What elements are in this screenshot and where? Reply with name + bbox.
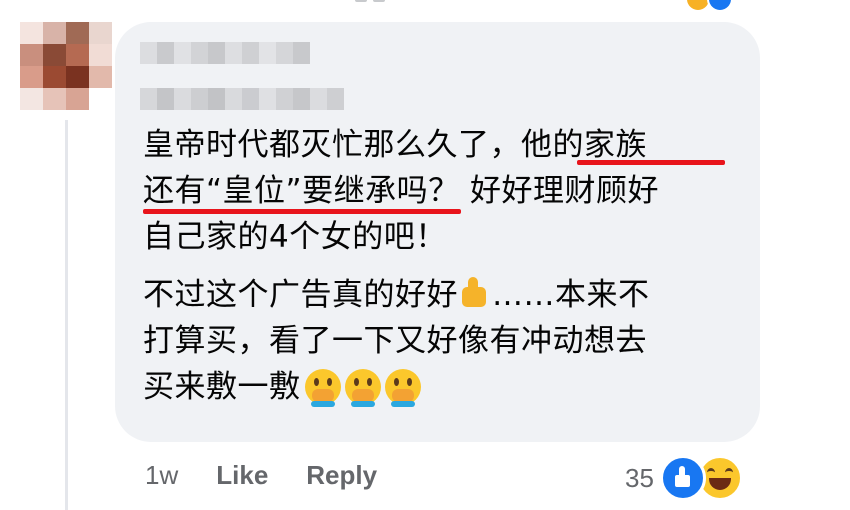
avatar-tile <box>43 88 66 110</box>
blur-tile <box>140 42 157 64</box>
avatar[interactable] <box>20 22 112 110</box>
reply-button[interactable]: Reply <box>306 460 377 491</box>
avatar-tile <box>66 44 89 66</box>
blur-tile <box>174 42 191 64</box>
blur-tile <box>225 42 242 64</box>
avatar-tile <box>66 22 89 44</box>
blur-tile <box>191 42 208 64</box>
blur-tile <box>157 42 174 64</box>
blur-tile <box>259 42 276 64</box>
avatar-tile <box>43 66 66 88</box>
thread-line <box>65 120 68 510</box>
thumbs-up-icon <box>458 277 492 309</box>
blur-tile <box>310 88 327 110</box>
avatar-tile <box>43 44 66 66</box>
face-with-hand-over-mouth-icon <box>304 369 341 407</box>
highlight-underline <box>577 160 725 165</box>
face-with-hand-over-mouth-icon <box>384 369 421 407</box>
blur-tile <box>174 88 191 110</box>
face-with-hand-over-mouth-icon <box>344 369 381 407</box>
avatar-tile <box>89 22 112 44</box>
blur-tile <box>293 88 310 110</box>
comment-line-with-emoji: 不过这个广告真的好好 ……本来不 <box>143 272 743 318</box>
like-button[interactable]: Like <box>216 460 268 491</box>
blur-tile <box>259 88 276 110</box>
avatar-tile <box>20 44 43 66</box>
blur-tile <box>276 42 293 64</box>
comment-line: 打算买，看了一下又好像有冲动想去 <box>143 323 647 359</box>
comment-text: 皇帝时代都灭忙那么久了，他的家族 还有“皇位”要继承吗？ 好好理财顾好 自己家的… <box>143 122 743 410</box>
avatar-tile <box>89 66 112 88</box>
avatar-tile <box>66 66 89 88</box>
comment-line-start: 买来敷一敷 <box>143 369 301 405</box>
blur-tile <box>276 88 293 110</box>
avatar-tile <box>20 88 43 110</box>
blur-tile <box>157 88 174 110</box>
blur-tile <box>225 88 242 110</box>
comment-paragraph: 不过这个广告真的好好 ……本来不 打算买，看了一下又好像有冲动想去 买来敷一敷 <box>143 272 743 410</box>
previous-comment-reactions <box>685 0 745 12</box>
reaction-summary[interactable]: 35 <box>625 455 743 501</box>
blur-tile <box>293 42 310 64</box>
blur-tile <box>242 42 259 64</box>
avatar-tile <box>66 88 89 110</box>
blur-tile <box>327 88 344 110</box>
blur-tile <box>242 88 259 110</box>
like-reaction-icon <box>659 455 706 501</box>
comment-actions: 1w Like Reply <box>145 460 415 491</box>
comment-line-start: 不过这个广告真的好好 <box>143 277 458 313</box>
comment-timestamp[interactable]: 1w <box>145 460 178 491</box>
comment-paragraph: 皇帝时代都灭忙那么久了，他的家族 还有“皇位”要继承吗？ 好好理财顾好 自己家的… <box>143 122 743 260</box>
avatar-tile <box>20 66 43 88</box>
comment-line: 还有“皇位”要继承吗？ 好好理财顾好 <box>143 173 659 209</box>
avatar-tile <box>89 88 112 110</box>
blur-tile <box>208 42 225 64</box>
blur-tile <box>140 88 157 110</box>
commenter-subtitle-blurred <box>140 88 344 110</box>
avatar-tile <box>43 22 66 44</box>
blurred-top-text <box>355 0 395 4</box>
commenter-name-blurred[interactable] <box>140 42 310 64</box>
like-reaction-icon <box>707 0 733 12</box>
comment-line-with-emoji: 买来敷一敷 <box>143 364 743 410</box>
comment-line: 自己家的4个女的吧！ <box>143 219 447 255</box>
avatar-tile <box>20 22 43 44</box>
blur-tile <box>208 88 225 110</box>
comment-line-end: ……本来不 <box>492 277 650 313</box>
reaction-count: 35 <box>625 462 654 493</box>
avatar-tile <box>89 44 112 66</box>
blur-tile <box>191 88 208 110</box>
highlight-underline <box>143 209 461 214</box>
